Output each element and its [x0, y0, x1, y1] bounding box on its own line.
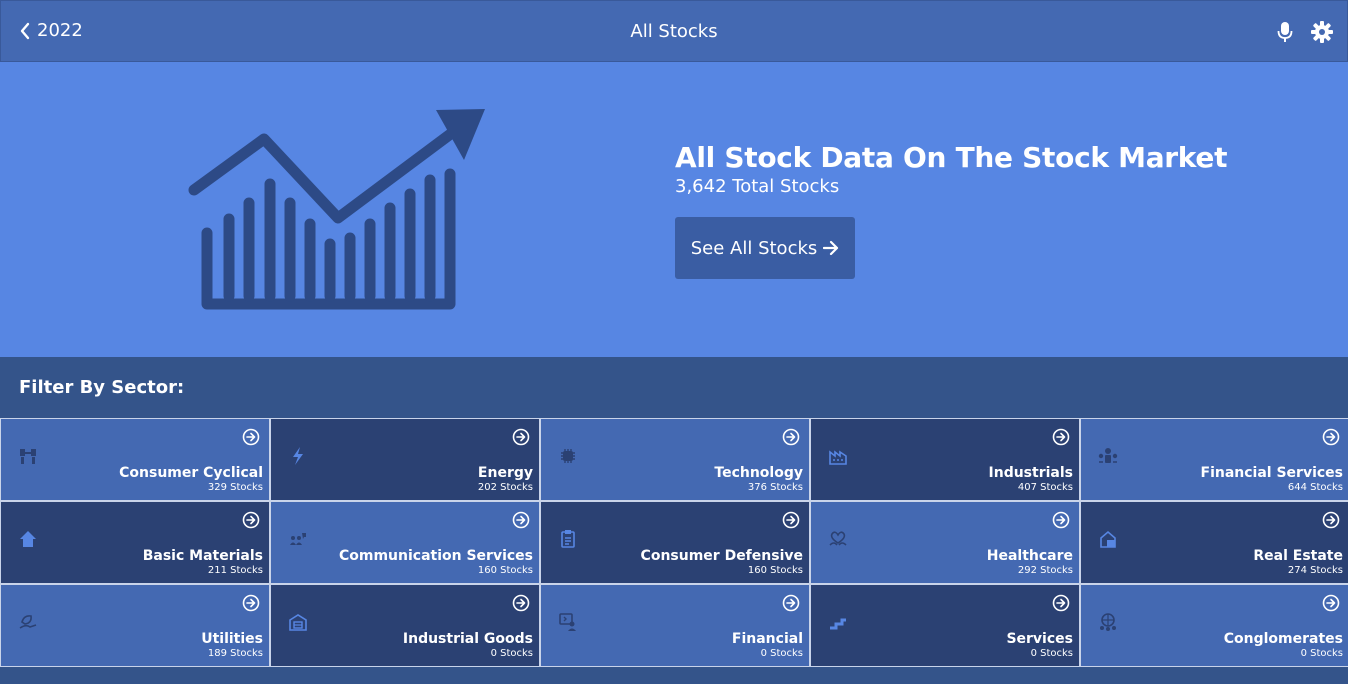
sector-stock-count: 292 Stocks — [1017, 565, 1073, 576]
sector-stock-count: 189 Stocks — [207, 648, 263, 659]
arrow-circle-right-icon — [782, 594, 800, 612]
arrow-circle-right-icon — [782, 428, 800, 446]
sector-name: Industrials — [988, 465, 1073, 481]
hero-banner: All Stock Data On The Stock Market 3,642… — [0, 62, 1348, 357]
arrow-circle-right-icon — [242, 428, 260, 446]
sector-card-healthcare[interactable]: Healthcare 292 Stocks — [810, 501, 1080, 584]
sector-card-services[interactable]: Services 0 Stocks — [810, 584, 1080, 667]
sector-name: Financial Services — [1200, 465, 1344, 481]
rising-chart-icon — [188, 109, 485, 310]
sector-stock-count: 0 Stocks — [490, 648, 533, 659]
sector-stock-count: 160 Stocks — [747, 565, 803, 576]
sector-stock-count: 329 Stocks — [207, 482, 263, 493]
sector-card-technology[interactable]: Technology 376 Stocks — [540, 418, 810, 501]
arrow-circle-right-icon — [242, 511, 260, 529]
sector-stock-count: 376 Stocks — [747, 482, 803, 493]
sector-name: Technology — [714, 465, 803, 481]
sector-stock-count: 211 Stocks — [207, 565, 263, 576]
house-ledger-icon — [1100, 530, 1116, 548]
arrow-circle-right-icon — [1052, 594, 1070, 612]
arrow-right-icon — [823, 240, 839, 256]
arrow-circle-right-icon — [1322, 511, 1340, 529]
filter-header: Filter By Sector: — [0, 357, 1348, 418]
hero-text: All Stock Data On The Stock Market 3,642… — [675, 141, 1227, 279]
sector-name: Industrial Goods — [402, 631, 533, 647]
sector-card-utilities[interactable]: Utilities 189 Stocks — [0, 584, 270, 667]
sector-name: Real Estate — [1253, 548, 1343, 564]
users-chat-icon — [290, 533, 306, 545]
sector-name: Conglomerates — [1223, 631, 1343, 647]
tool-icon — [20, 449, 36, 464]
microphone-icon[interactable] — [1277, 21, 1293, 43]
see-all-stocks-button[interactable]: See All Stocks — [675, 217, 855, 279]
clipboard-icon — [561, 530, 575, 548]
see-all-stocks-label: See All Stocks — [690, 237, 818, 259]
hand-leaf-icon — [19, 615, 37, 629]
arrow-circle-right-icon — [1322, 428, 1340, 446]
sector-name: Healthcare — [986, 548, 1073, 564]
sector-name: Financial — [731, 631, 803, 647]
sector-stock-count: 160 Stocks — [477, 565, 533, 576]
sector-card-consumer-cyclical[interactable]: Consumer Cyclical 329 Stocks — [0, 418, 270, 501]
factory-icon — [829, 450, 847, 465]
sector-card-consumer-defensive[interactable]: Consumer Defensive 160 Stocks — [540, 501, 810, 584]
arrow-circle-right-icon — [242, 594, 260, 612]
sector-card-basic-materials[interactable]: Basic Materials 211 Stocks — [0, 501, 270, 584]
sector-stock-count: 0 Stocks — [1030, 648, 1073, 659]
steps-icon — [830, 618, 846, 630]
sector-card-real-estate[interactable]: Real Estate 274 Stocks — [1080, 501, 1348, 584]
chip-icon — [561, 449, 575, 463]
presenter-icon — [559, 613, 576, 631]
people-icon — [1098, 448, 1118, 463]
filter-title: Filter By Sector: — [19, 377, 185, 398]
arrow-circle-right-icon — [512, 428, 530, 446]
sector-card-communication-services[interactable]: Communication Services 160 Stocks — [270, 501, 540, 584]
sector-card-industrial-goods[interactable]: Industrial Goods 0 Stocks — [270, 584, 540, 667]
sector-card-financial[interactable]: Financial 0 Stocks — [540, 584, 810, 667]
arrow-circle-right-icon — [1322, 594, 1340, 612]
sector-name: Basic Materials — [142, 548, 263, 564]
sector-card-energy[interactable]: Energy 202 Stocks — [270, 418, 540, 501]
sector-name: Services — [1006, 631, 1073, 647]
sector-stock-count: 202 Stocks — [477, 482, 533, 493]
heart-hands-icon — [829, 531, 847, 546]
sector-name: Consumer Cyclical — [119, 465, 263, 481]
lightning-icon — [293, 447, 303, 465]
sector-stock-count: 0 Stocks — [760, 648, 803, 659]
sector-card-financial-services[interactable]: Financial Services 644 Stocks — [1080, 418, 1348, 501]
home-icon — [20, 531, 36, 547]
sector-name: Utilities — [201, 631, 263, 647]
arrow-circle-right-icon — [512, 511, 530, 529]
sector-stock-count: 0 Stocks — [1300, 648, 1343, 659]
sector-grid: Consumer Cyclical 329 Stocks Energy 202 Sto… — [0, 418, 1348, 667]
sector-name: Communication Services — [338, 548, 533, 564]
top-bar: 2022 All Stocks — [0, 0, 1348, 62]
sector-stock-count: 644 Stocks — [1287, 482, 1343, 493]
gear-icon[interactable] — [1311, 21, 1333, 43]
page-title: All Stocks — [630, 21, 718, 42]
arrow-circle-right-icon — [512, 594, 530, 612]
arrow-circle-right-icon — [1052, 511, 1070, 529]
globe-people-icon — [1100, 613, 1116, 631]
sector-name: Consumer Defensive — [640, 548, 803, 564]
total-stocks-count: 3,642 Total Stocks — [675, 176, 840, 197]
sector-card-conglomerates[interactable]: Conglomerates 0 Stocks — [1080, 584, 1348, 667]
sector-stock-count: 407 Stocks — [1017, 482, 1073, 493]
arrow-circle-right-icon — [782, 511, 800, 529]
sector-card-industrials[interactable]: Industrials 407 Stocks — [810, 418, 1080, 501]
sector-stock-count: 274 Stocks — [1287, 565, 1343, 576]
hero-heading: All Stock Data On The Stock Market — [675, 141, 1228, 174]
sector-name: Energy — [477, 465, 533, 481]
arrow-circle-right-icon — [1052, 428, 1070, 446]
warehouse-icon — [289, 614, 307, 631]
